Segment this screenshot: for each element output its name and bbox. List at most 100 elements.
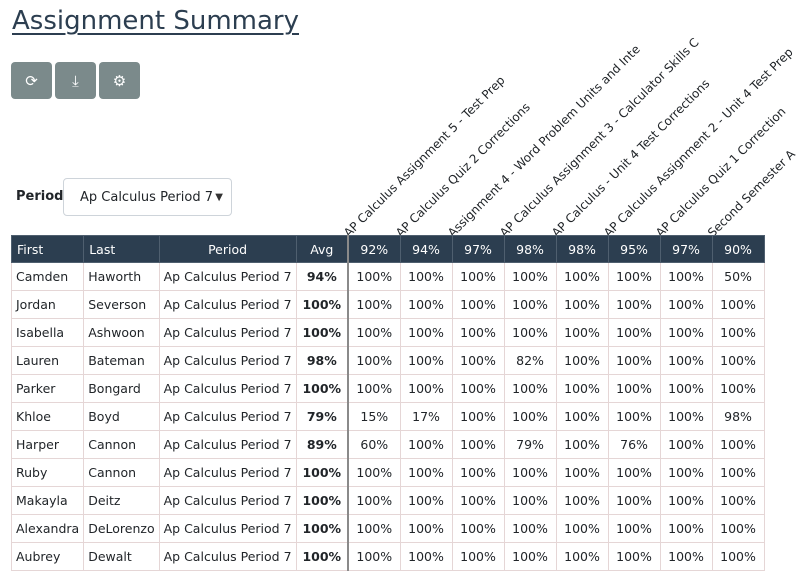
score-cell[interactable]: 100% — [347, 318, 401, 347]
score-cell[interactable]: 100% — [711, 290, 765, 319]
score-cell[interactable]: 100% — [347, 290, 401, 319]
score-cell[interactable]: 100% — [659, 514, 713, 543]
score-cell[interactable]: 100% — [659, 430, 713, 459]
settings-button[interactable]: ⚙ — [99, 62, 140, 99]
assignment-name-label[interactable]: AP Calculus Assignment 3 - Calculator Sk… — [497, 35, 702, 240]
score-cell[interactable]: 82% — [503, 346, 557, 375]
score-cell[interactable]: 100% — [711, 486, 765, 515]
score-cell[interactable]: 15% — [347, 402, 401, 431]
col-header-assignment-avg[interactable]: 97% — [451, 235, 505, 263]
score-cell[interactable]: 100% — [451, 346, 505, 375]
score-cell[interactable]: 100% — [451, 290, 505, 319]
score-cell[interactable]: 100% — [399, 346, 453, 375]
assignment-name-label[interactable]: AP Calculus Quiz 1 Correction — [653, 104, 788, 239]
score-cell[interactable]: 100% — [451, 486, 505, 515]
score-cell[interactable]: 100% — [607, 318, 661, 347]
score-cell[interactable]: 100% — [607, 514, 661, 543]
col-header-first[interactable]: First — [10, 235, 85, 263]
score-cell[interactable]: 100% — [399, 542, 453, 571]
score-cell[interactable]: 100% — [555, 262, 609, 291]
score-cell[interactable]: 100% — [503, 458, 557, 487]
score-cell[interactable]: 100% — [451, 402, 505, 431]
score-cell[interactable]: 100% — [399, 486, 453, 515]
score-cell[interactable]: 100% — [607, 374, 661, 403]
score-cell[interactable]: 100% — [451, 542, 505, 571]
score-cell[interactable]: 100% — [555, 290, 609, 319]
score-cell[interactable]: 100% — [711, 346, 765, 375]
score-cell[interactable]: 76% — [607, 430, 661, 459]
score-cell[interactable]: 100% — [347, 486, 401, 515]
score-cell[interactable]: 17% — [399, 402, 453, 431]
score-cell[interactable]: 100% — [503, 290, 557, 319]
score-cell[interactable]: 100% — [503, 402, 557, 431]
score-cell[interactable]: 100% — [555, 486, 609, 515]
score-cell[interactable]: 100% — [503, 542, 557, 571]
score-cell[interactable]: 100% — [659, 290, 713, 319]
assignment-name-label[interactable]: AP Calculus Assignment 5 - Test Prep — [341, 73, 508, 240]
score-cell[interactable]: 100% — [503, 262, 557, 291]
score-cell[interactable]: 100% — [347, 458, 401, 487]
score-cell[interactable]: 100% — [711, 458, 765, 487]
assignment-name-label[interactable]: AP Calculus Assignment 2 - Unit 4 Test P… — [601, 45, 796, 240]
score-cell[interactable]: 100% — [503, 318, 557, 347]
score-cell[interactable]: 100% — [399, 262, 453, 291]
score-cell[interactable]: 100% — [555, 430, 609, 459]
download-button[interactable]: ⤓ — [55, 62, 96, 99]
col-header-assignment-avg[interactable]: 98% — [503, 235, 557, 263]
assignment-name-label[interactable]: AP Calculus Quiz 2 Corrections — [393, 100, 533, 240]
score-cell[interactable]: 100% — [347, 262, 401, 291]
score-cell[interactable]: 100% — [451, 318, 505, 347]
assignment-name-label[interactable]: Assignment 4 - Word Problem Units and In… — [445, 42, 643, 240]
score-cell[interactable]: 100% — [607, 290, 661, 319]
score-cell[interactable]: 100% — [347, 542, 401, 571]
score-cell[interactable]: 100% — [555, 402, 609, 431]
score-cell[interactable]: 100% — [659, 458, 713, 487]
score-cell[interactable]: 100% — [711, 542, 765, 571]
col-header-assignment-avg[interactable]: 97% — [659, 235, 713, 263]
assignment-name-label[interactable]: Second Semester A — [705, 147, 798, 240]
col-header-last[interactable]: Last — [83, 235, 160, 263]
refresh-button[interactable]: ⟳ — [11, 62, 52, 99]
score-cell[interactable]: 100% — [451, 262, 505, 291]
score-cell[interactable]: 100% — [399, 374, 453, 403]
score-cell[interactable]: 100% — [451, 514, 505, 543]
score-cell[interactable]: 100% — [711, 374, 765, 403]
score-cell[interactable]: 100% — [347, 374, 401, 403]
score-cell[interactable]: 100% — [711, 514, 765, 543]
score-cell[interactable]: 100% — [451, 430, 505, 459]
score-cell[interactable]: 100% — [451, 458, 505, 487]
col-header-assignment-avg[interactable]: 90% — [711, 235, 765, 263]
score-cell[interactable]: 100% — [555, 318, 609, 347]
score-cell[interactable]: 50% — [711, 262, 765, 291]
score-cell[interactable]: 100% — [347, 514, 401, 543]
score-cell[interactable]: 100% — [555, 458, 609, 487]
score-cell[interactable]: 100% — [659, 346, 713, 375]
score-cell[interactable]: 100% — [659, 542, 713, 571]
col-header-assignment-avg[interactable]: 98% — [555, 235, 609, 263]
score-cell[interactable]: 100% — [555, 346, 609, 375]
score-cell[interactable]: 100% — [555, 542, 609, 571]
score-cell[interactable]: 100% — [399, 458, 453, 487]
col-header-assignment-avg[interactable]: 95% — [607, 235, 661, 263]
col-header-assignment-avg[interactable]: 92% — [347, 235, 401, 263]
score-cell[interactable]: 100% — [607, 402, 661, 431]
score-cell[interactable]: 100% — [399, 514, 453, 543]
score-cell[interactable]: 100% — [607, 542, 661, 571]
score-cell[interactable]: 100% — [399, 318, 453, 347]
score-cell[interactable]: 100% — [659, 402, 713, 431]
score-cell[interactable]: 100% — [607, 262, 661, 291]
score-cell[interactable]: 100% — [659, 374, 713, 403]
score-cell[interactable]: 100% — [607, 346, 661, 375]
score-cell[interactable]: 60% — [347, 430, 401, 459]
score-cell[interactable]: 100% — [503, 374, 557, 403]
col-header-avg[interactable]: Avg — [295, 235, 350, 263]
score-cell[interactable]: 100% — [711, 318, 765, 347]
score-cell[interactable]: 100% — [607, 486, 661, 515]
period-select[interactable]: Ap Calculus Period 7 ▼ — [63, 178, 232, 216]
score-cell[interactable]: 100% — [503, 486, 557, 515]
score-cell[interactable]: 100% — [399, 290, 453, 319]
score-cell[interactable]: 100% — [399, 430, 453, 459]
assignment-name-label[interactable]: AP Calculus - Unit 4 Test Corrections — [549, 76, 712, 239]
score-cell[interactable]: 100% — [347, 346, 401, 375]
score-cell[interactable]: 100% — [711, 430, 765, 459]
